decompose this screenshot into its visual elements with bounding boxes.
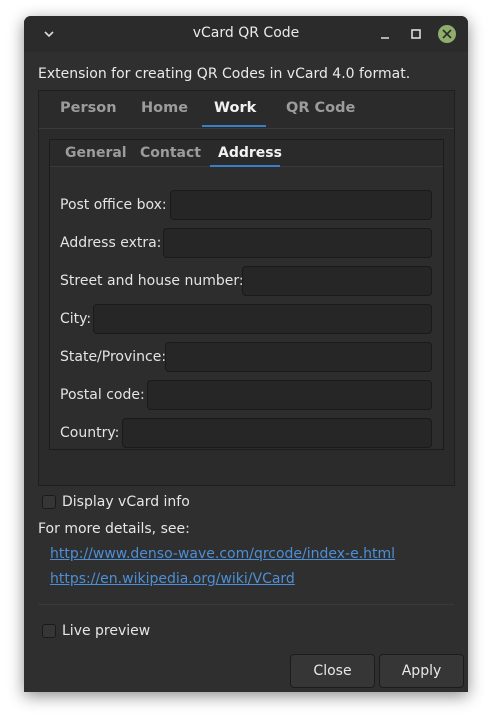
tab-person[interactable]: Person <box>60 100 117 116</box>
post-office-box-input[interactable] <box>170 190 432 220</box>
tab-address[interactable]: Address <box>218 145 282 161</box>
city-label: City: <box>60 311 92 327</box>
country-input[interactable] <box>122 418 432 448</box>
street-input[interactable] <box>242 266 432 296</box>
country-label: Country: <box>60 425 120 441</box>
active-subtab-indicator <box>210 165 280 167</box>
apply-button[interactable]: Apply <box>379 654 464 688</box>
address-extra-label: Address extra: <box>60 235 162 251</box>
tab-home[interactable]: Home <box>141 100 188 116</box>
display-vcard-info-label: Display vCard info <box>62 494 190 510</box>
active-tab-indicator <box>202 125 266 127</box>
maximize-icon[interactable] <box>407 25 425 43</box>
separator <box>38 604 454 605</box>
address-extra-input[interactable] <box>163 228 432 258</box>
sub-tab-bar: General Contact Address <box>50 140 443 167</box>
main-notebook: Person Home Work QR Code General Contact… <box>38 90 455 486</box>
live-preview-label: Live preview <box>62 623 151 639</box>
state-province-input[interactable] <box>165 342 432 372</box>
tab-work[interactable]: Work <box>214 100 256 116</box>
close-button[interactable]: Close <box>290 654 375 688</box>
minimize-icon[interactable] <box>376 25 394 43</box>
denso-wave-link[interactable]: http://www.denso-wave.com/qrcode/index-e… <box>50 546 395 562</box>
tab-qr-code[interactable]: QR Code <box>286 100 355 116</box>
state-province-label: State/Province: <box>60 349 167 365</box>
more-details-label: For more details, see: <box>38 521 190 537</box>
main-tab-bar: Person Home Work QR Code <box>39 91 454 129</box>
wikipedia-vcard-link[interactable]: https://en.wikipedia.org/wiki/VCard <box>50 571 295 587</box>
post-office-box-label: Post office box: <box>60 197 167 213</box>
window-title: vCard QR Code <box>192 25 300 41</box>
work-notebook: General Contact Address Post office box:… <box>49 139 444 450</box>
live-preview-checkbox[interactable] <box>42 624 56 638</box>
tab-contact[interactable]: Contact <box>140 145 201 161</box>
postal-code-label: Postal code: <box>60 387 145 403</box>
extension-description: Extension for creating QR Codes in vCard… <box>38 66 411 82</box>
close-icon[interactable] <box>438 25 456 43</box>
titlebar: vCard QR Code <box>24 16 468 52</box>
street-label: Street and house number: <box>60 273 244 289</box>
tab-general[interactable]: General <box>65 145 127 161</box>
display-vcard-info-checkbox[interactable] <box>42 495 56 509</box>
city-input[interactable] <box>93 304 432 334</box>
dialog-window: vCard QR Code Extension for creating QR … <box>24 16 468 692</box>
postal-code-input[interactable] <box>147 380 432 410</box>
